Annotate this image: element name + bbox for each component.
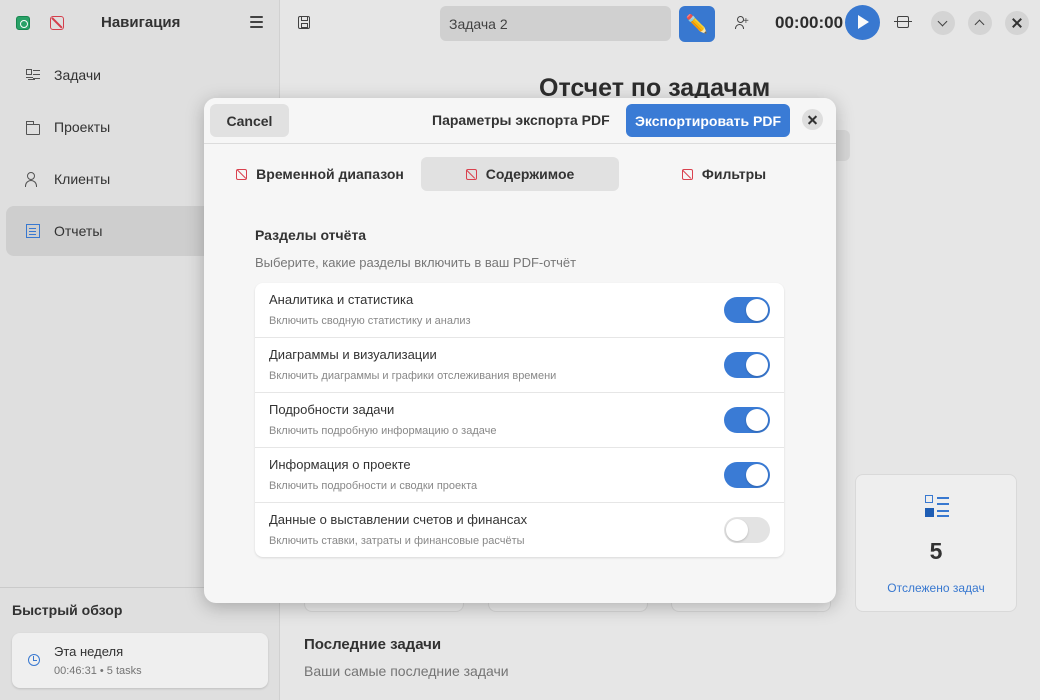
option-description: Включить диаграммы и графики отслеживани… [269,370,557,382]
tab-label: Фильтры [701,166,767,182]
billing-toggle[interactable] [724,517,770,543]
section-title: Разделы отчёта [255,227,367,243]
option-row-project-info: Информация о проекте Включить подробност… [255,448,784,503]
cancel-button[interactable]: Cancel [210,104,289,137]
tab-filters[interactable]: Фильтры [664,157,784,191]
missing-image-icon [681,168,693,180]
dialog-header: Cancel Параметры экспорта PDF Экспортиро… [204,98,836,144]
tab-time-range[interactable]: Временной диапазон [230,157,410,191]
option-label: Подробности задачи [269,402,395,417]
section-subtitle: Выберите, какие разделы включить в ваш P… [255,255,577,270]
missing-image-icon [465,168,477,180]
missing-image-icon [236,168,248,180]
option-row-task-details: Подробности задачи Включить подробную ин… [255,393,784,448]
option-description: Включить подробную информацию о задаче [269,425,497,437]
dialog-tabs: Временной диапазон Содержимое Фильтры [204,157,836,191]
tab-label: Временной диапазон [256,166,404,182]
report-sections-list: Аналитика и статистика Включить сводную … [255,283,784,557]
option-label: Данные о выставлении счетов и финансах [269,512,528,527]
option-label: Диаграммы и визуализации [269,347,437,362]
option-row-billing: Данные о выставлении счетов и финансах В… [255,503,784,558]
option-row-analytics: Аналитика и статистика Включить сводную … [255,283,784,338]
option-description: Включить ставки, затраты и финансовые ра… [269,535,525,547]
tab-content[interactable]: Содержимое [421,157,619,191]
option-description: Включить подробности и сводки проекта [269,480,478,492]
option-description: Включить сводную статистику и анализ [269,315,471,327]
tab-label: Содержимое [485,166,575,182]
dialog-title: Параметры экспорта PDF [432,112,610,128]
export-pdf-dialog: Cancel Параметры экспорта PDF Экспортиро… [204,98,836,603]
charts-toggle[interactable] [724,352,770,378]
export-pdf-button[interactable]: Экспортировать PDF [626,104,790,137]
option-row-charts: Диаграммы и визуализации Включить диагра… [255,338,784,393]
project-info-toggle[interactable] [724,462,770,488]
task-details-toggle[interactable] [724,407,770,433]
analytics-toggle[interactable] [724,297,770,323]
option-label: Информация о проекте [269,457,411,472]
option-label: Аналитика и статистика [269,292,414,307]
close-icon[interactable] [802,109,823,130]
